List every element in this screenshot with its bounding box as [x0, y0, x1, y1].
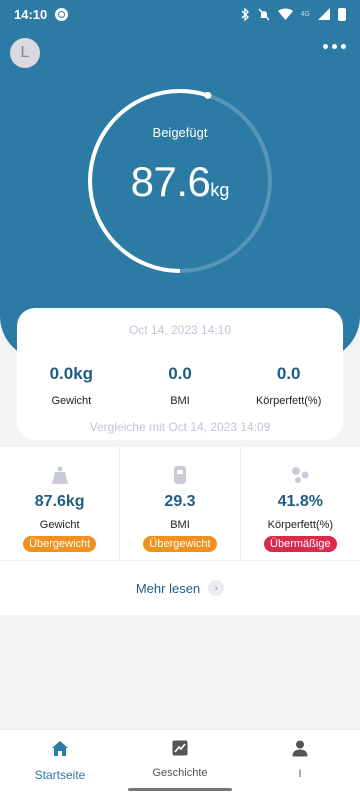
bmi-icon — [173, 466, 186, 484]
comparison-card: Oct 14, 2023 14:10 0.0kg Gewicht 0.0 BMI… — [17, 308, 343, 440]
signal-icon — [318, 8, 330, 20]
more-menu-icon[interactable] — [323, 44, 346, 49]
sync-icon — [55, 7, 69, 21]
weight-number: 87.6 — [130, 158, 211, 205]
status-bar: 14:10 4G — [0, 0, 360, 28]
diff-bmi-value: 0.0 — [168, 364, 192, 383]
weight-value: 87.6kg — [0, 158, 360, 206]
nav-label-history: Geschichte — [152, 767, 208, 779]
weight-status-badge: Übergewicht — [23, 536, 97, 552]
wifi-icon — [277, 8, 293, 20]
compare-text: Vergleiche mit Oct 14, 2023 14:09 — [89, 420, 271, 434]
read-more-label: Mehr lesen — [135, 580, 201, 596]
bmi-metric-value: 29.3 — [164, 493, 196, 510]
weight-icon — [51, 466, 68, 484]
chart-icon — [172, 740, 188, 756]
weight-metric-value: 87.6kg — [34, 493, 85, 510]
avatar[interactable]: L — [10, 38, 40, 68]
network-label: 4G — [300, 10, 310, 18]
gauge-progress-dot — [204, 91, 212, 99]
diff-weight-label: Gewicht — [51, 395, 92, 407]
body-fat-status-badge: Übermäßige — [264, 536, 337, 552]
measurement-timestamp: Oct 14, 2023 14:10 — [128, 323, 232, 337]
bluetooth-icon — [241, 7, 249, 21]
metric-weight[interactable]: 87.6kg Gewicht Übergewicht — [0, 447, 119, 560]
home-icon — [52, 741, 68, 756]
metric-bmi[interactable]: 29.3 BMI Übergewicht — [119, 447, 239, 560]
weight-unit: kg — [210, 180, 230, 200]
diff-weight: 0.0kg Gewicht — [17, 364, 126, 407]
home-indicator[interactable] — [128, 788, 232, 791]
nav-item-profile[interactable]: I — [240, 730, 360, 800]
diff-bmi: 0.0 BMI — [126, 364, 235, 407]
bmi-metric-label: BMI — [170, 519, 190, 531]
battery-icon — [338, 7, 346, 21]
bmi-status-badge: Übergewicht — [143, 536, 217, 552]
weight-metric-label: Gewicht — [39, 519, 80, 531]
status-time: 14:10 — [14, 6, 48, 22]
person-icon — [292, 740, 308, 757]
mute-icon — [258, 8, 270, 20]
diff-body-fat: 0.0 Körperfett(%) — [234, 364, 343, 407]
diff-body-fat-value: 0.0 — [276, 364, 301, 383]
body-fat-metric-label: Körperfett(%) — [267, 519, 334, 531]
metrics-panel: 87.6kg Gewicht Übergewicht 29.3 BMI Über… — [0, 447, 360, 615]
gauge-label: Beigefügt — [152, 125, 208, 140]
body-fat-icon — [292, 467, 309, 483]
metric-body-fat[interactable]: 41.8% Körperfett(%) Übermäßige — [239, 447, 360, 560]
chevron-right-icon: › — [208, 580, 225, 596]
nav-label-profile: I — [298, 768, 302, 780]
diff-weight-value: 0.0kg — [49, 364, 94, 383]
nav-label-home: Startseite — [34, 768, 86, 782]
nav-item-home[interactable]: Startseite — [0, 730, 120, 800]
diff-bmi-label: BMI — [170, 395, 190, 407]
read-more-button[interactable]: Mehr lesen › — [0, 561, 360, 615]
body-fat-metric-value: 41.8% — [277, 493, 323, 510]
diff-body-fat-label: Körperfett(%) — [255, 395, 322, 407]
